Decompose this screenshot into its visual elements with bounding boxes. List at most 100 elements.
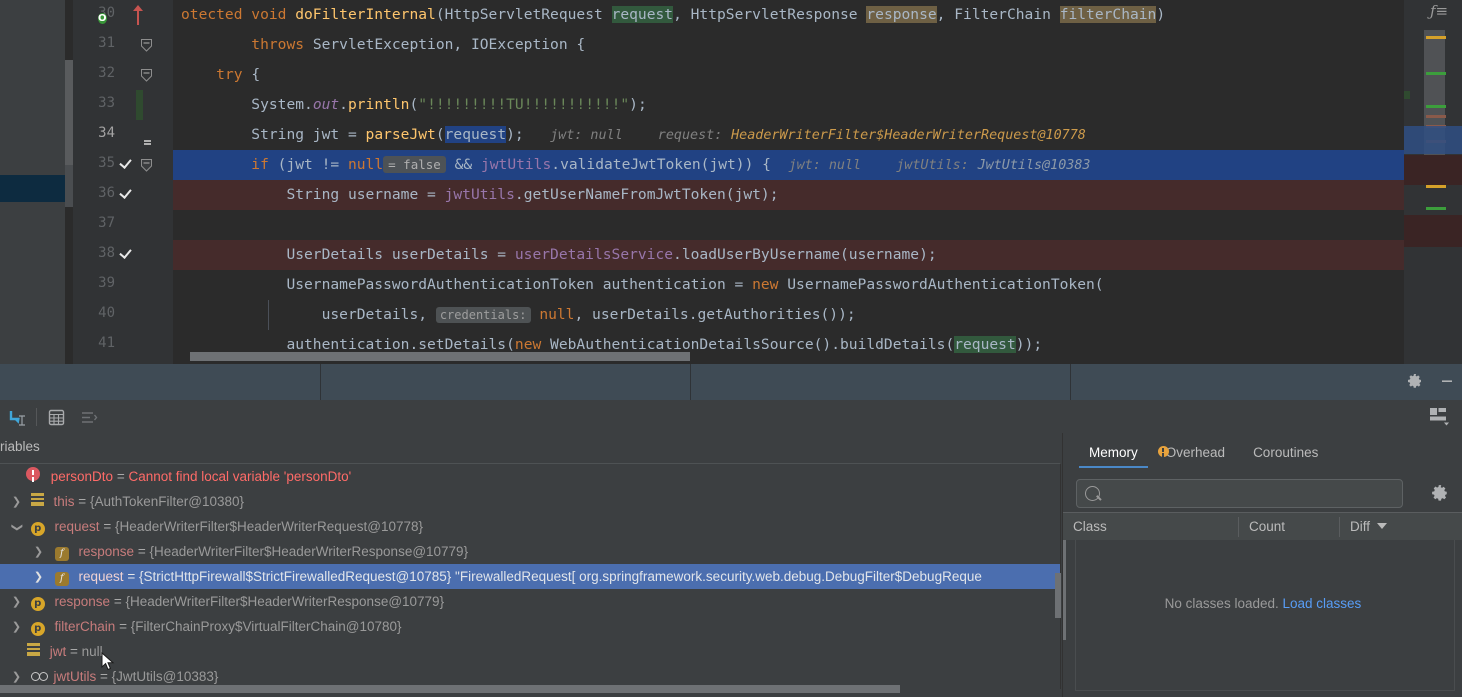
gutter-line-41[interactable]: 41 (73, 330, 173, 360)
variable-row-response[interactable]: ❯ p response = {HeaderWriterFilter$Heade… (0, 589, 1060, 614)
gutter-line-39[interactable]: 39 (73, 270, 173, 300)
memory-left-scrollbar[interactable] (1063, 540, 1066, 640)
editor-gutter[interactable]: 30 O 31 32 33 34 35 36 37 38 39 40 41 (73, 0, 173, 364)
field-icon: f (54, 572, 69, 586)
code-text-area[interactable]: otected void doFilterInternal(HttpServle… (173, 0, 1404, 364)
search-input[interactable] (1076, 479, 1403, 508)
tab-overhead[interactable]: Overhead (1152, 440, 1239, 468)
variable-row-request[interactable]: ❯ p request = {HeaderWriterFilter$Header… (0, 514, 1060, 539)
column-header-count[interactable]: Count (1239, 513, 1349, 541)
fold-icon[interactable] (141, 39, 152, 52)
error-stripe-bar[interactable] (1426, 27, 1446, 357)
memory-table-body[interactable]: No classes loaded. Load classes (1063, 540, 1462, 696)
override-icon[interactable]: O (98, 8, 107, 26)
code-line-32[interactable]: try { (173, 60, 1404, 90)
code-line-31[interactable]: throws ServletException, IOException { (173, 30, 1404, 60)
equals: = (123, 569, 139, 584)
tab-divider (690, 364, 691, 400)
code-line-30[interactable]: otected void doFilterInternal(HttpServle… (173, 0, 1404, 30)
evaluate-expression-icon[interactable] (6, 406, 28, 428)
code-editor[interactable]: 30 O 31 32 33 34 35 36 37 38 39 40 41 ot… (0, 0, 1462, 364)
column-header-diff[interactable]: Diff (1340, 513, 1462, 541)
minimize-icon[interactable] (1438, 372, 1456, 390)
variable-row-response-child[interactable]: ❯ f response = {HeaderWriterFilter$Heade… (0, 539, 1060, 564)
memory-table-header[interactable]: Class Count Diff (1063, 512, 1462, 542)
gear-icon[interactable] (1431, 484, 1449, 502)
line-number: 34 (98, 125, 115, 141)
variable-name: jwtUtils (53, 669, 97, 684)
gutter-line-35[interactable]: 35 (73, 150, 173, 180)
variable-row-this[interactable]: ❯ this = {AuthTokenFilter@10380} (0, 489, 1060, 514)
gutter-line-36[interactable]: 36 (73, 180, 173, 210)
chevron-right-icon[interactable]: ❯ (32, 565, 45, 590)
code-line-36[interactable]: String username = jwtUtils.getUserNameFr… (173, 180, 1404, 210)
gutter-line-32[interactable]: 32 (73, 60, 173, 90)
chevron-right-icon[interactable]: ❯ (10, 490, 23, 515)
code-line-38[interactable]: UserDetails userDetails = userDetailsSer… (173, 240, 1404, 270)
local-variable-icon (30, 493, 44, 506)
code-line-33[interactable]: System.out.println("!!!!!!!!!TU!!!!!!!!!… (173, 90, 1404, 120)
gutter-line-37[interactable]: 37 (73, 210, 173, 240)
stripe-error-band (1404, 215, 1462, 247)
variables-vertical-scrollbar[interactable] (1055, 573, 1061, 618)
variable-name: this (53, 494, 75, 509)
search-field[interactable] (1107, 484, 1396, 505)
gutter-line-38[interactable]: 38 (73, 240, 173, 270)
chevron-right-icon[interactable]: ❯ (10, 615, 23, 640)
editor-left-scrollbar-thumb-2[interactable] (65, 165, 73, 207)
code-line-35[interactable]: if (jwt != null = false && jwtUtils.valid… (173, 150, 1404, 180)
vcs-change-marker[interactable] (136, 90, 143, 120)
stripe-ok[interactable] (1426, 72, 1446, 75)
chevron-down-icon[interactable]: ❯ (4, 521, 29, 534)
column-header-class[interactable]: Class (1063, 513, 1248, 541)
gutter-line-30[interactable]: 30 O (73, 0, 173, 30)
column-label: Diff (1350, 519, 1371, 534)
stripe-warning[interactable] (1426, 36, 1446, 39)
chevron-right-icon[interactable]: ❯ (10, 590, 23, 615)
debugger-toolbar[interactable] (0, 400, 1462, 434)
tab-memory[interactable]: Memory (1075, 440, 1152, 468)
fold-icon[interactable] (141, 159, 152, 172)
variable-row-personDto[interactable]: personDto = Cannot find local variable '… (0, 464, 1060, 489)
editor-right-gutter[interactable]: ƒ≡ (1404, 0, 1462, 364)
editor-left-highlight (0, 175, 65, 202)
gutter-line-40[interactable]: 40 (73, 300, 173, 330)
static-field-icon (30, 671, 48, 681)
gutter-line-34[interactable]: 34 (73, 120, 173, 150)
variable-name: request (78, 569, 124, 584)
chevron-right-icon[interactable]: ❯ (32, 540, 45, 565)
gear-icon[interactable] (1406, 372, 1424, 390)
editor-horizontal-scrollbar[interactable] (190, 352, 690, 361)
stripe-warning[interactable] (1426, 185, 1446, 188)
memory-tabs[interactable]: Memory Overhead Coroutines (1063, 439, 1332, 469)
variable-row-request-child[interactable]: ❯ f request = {StrictHttpFirewall$Strict… (0, 564, 1060, 589)
variable-name: filterChain (54, 619, 116, 634)
view-as-table-icon[interactable] (45, 406, 67, 428)
sort-values-icon[interactable] (77, 406, 99, 428)
variable-row-jwt[interactable]: jwt = null (0, 639, 1060, 664)
gutter-line-33[interactable]: 33 (73, 90, 173, 120)
variable-row-filterChain[interactable]: ❯ p filterChain = {FilterChainProxy$Virt… (0, 614, 1060, 639)
line-number: 36 (98, 185, 115, 201)
layout-settings-icon[interactable] (1430, 408, 1452, 426)
stripe-ok[interactable] (1426, 105, 1446, 108)
inline-hint-jwt: jwt: null (550, 128, 623, 143)
fold-function-icon[interactable]: ƒ≡ (1430, 2, 1456, 24)
stripe-ok[interactable] (1426, 207, 1446, 210)
tab-coroutines[interactable]: Coroutines (1239, 440, 1332, 468)
up-arrow-icon[interactable] (114, 5, 143, 27)
code-line-34[interactable]: String jwt = parseJwt(request); jwt: nul… (173, 120, 1404, 150)
debug-tab-bar[interactable] (0, 364, 1462, 400)
load-classes-link[interactable]: Load classes (1283, 596, 1362, 611)
code-line-37[interactable] (173, 210, 1404, 240)
code-line-39[interactable]: UsernamePasswordAuthenticationToken auth… (173, 270, 1404, 300)
stripe-change[interactable] (1426, 115, 1446, 118)
inline-hint-jwtutils-label: jwtUtils: (896, 158, 969, 173)
variables-tree[interactable]: personDto = Cannot find local variable '… (0, 463, 1061, 689)
inline-hint-request-value: HeaderWriterFilter$HeaderWriterRequest@1… (731, 128, 1086, 143)
code-line-40[interactable]: userDetails, credentials: null, userDeta… (173, 300, 1404, 330)
sort-descending-icon[interactable] (1377, 523, 1388, 529)
gutter-line-31[interactable]: 31 (73, 30, 173, 60)
variables-horizontal-scrollbar[interactable] (0, 685, 900, 693)
fold-icon[interactable] (141, 69, 152, 82)
